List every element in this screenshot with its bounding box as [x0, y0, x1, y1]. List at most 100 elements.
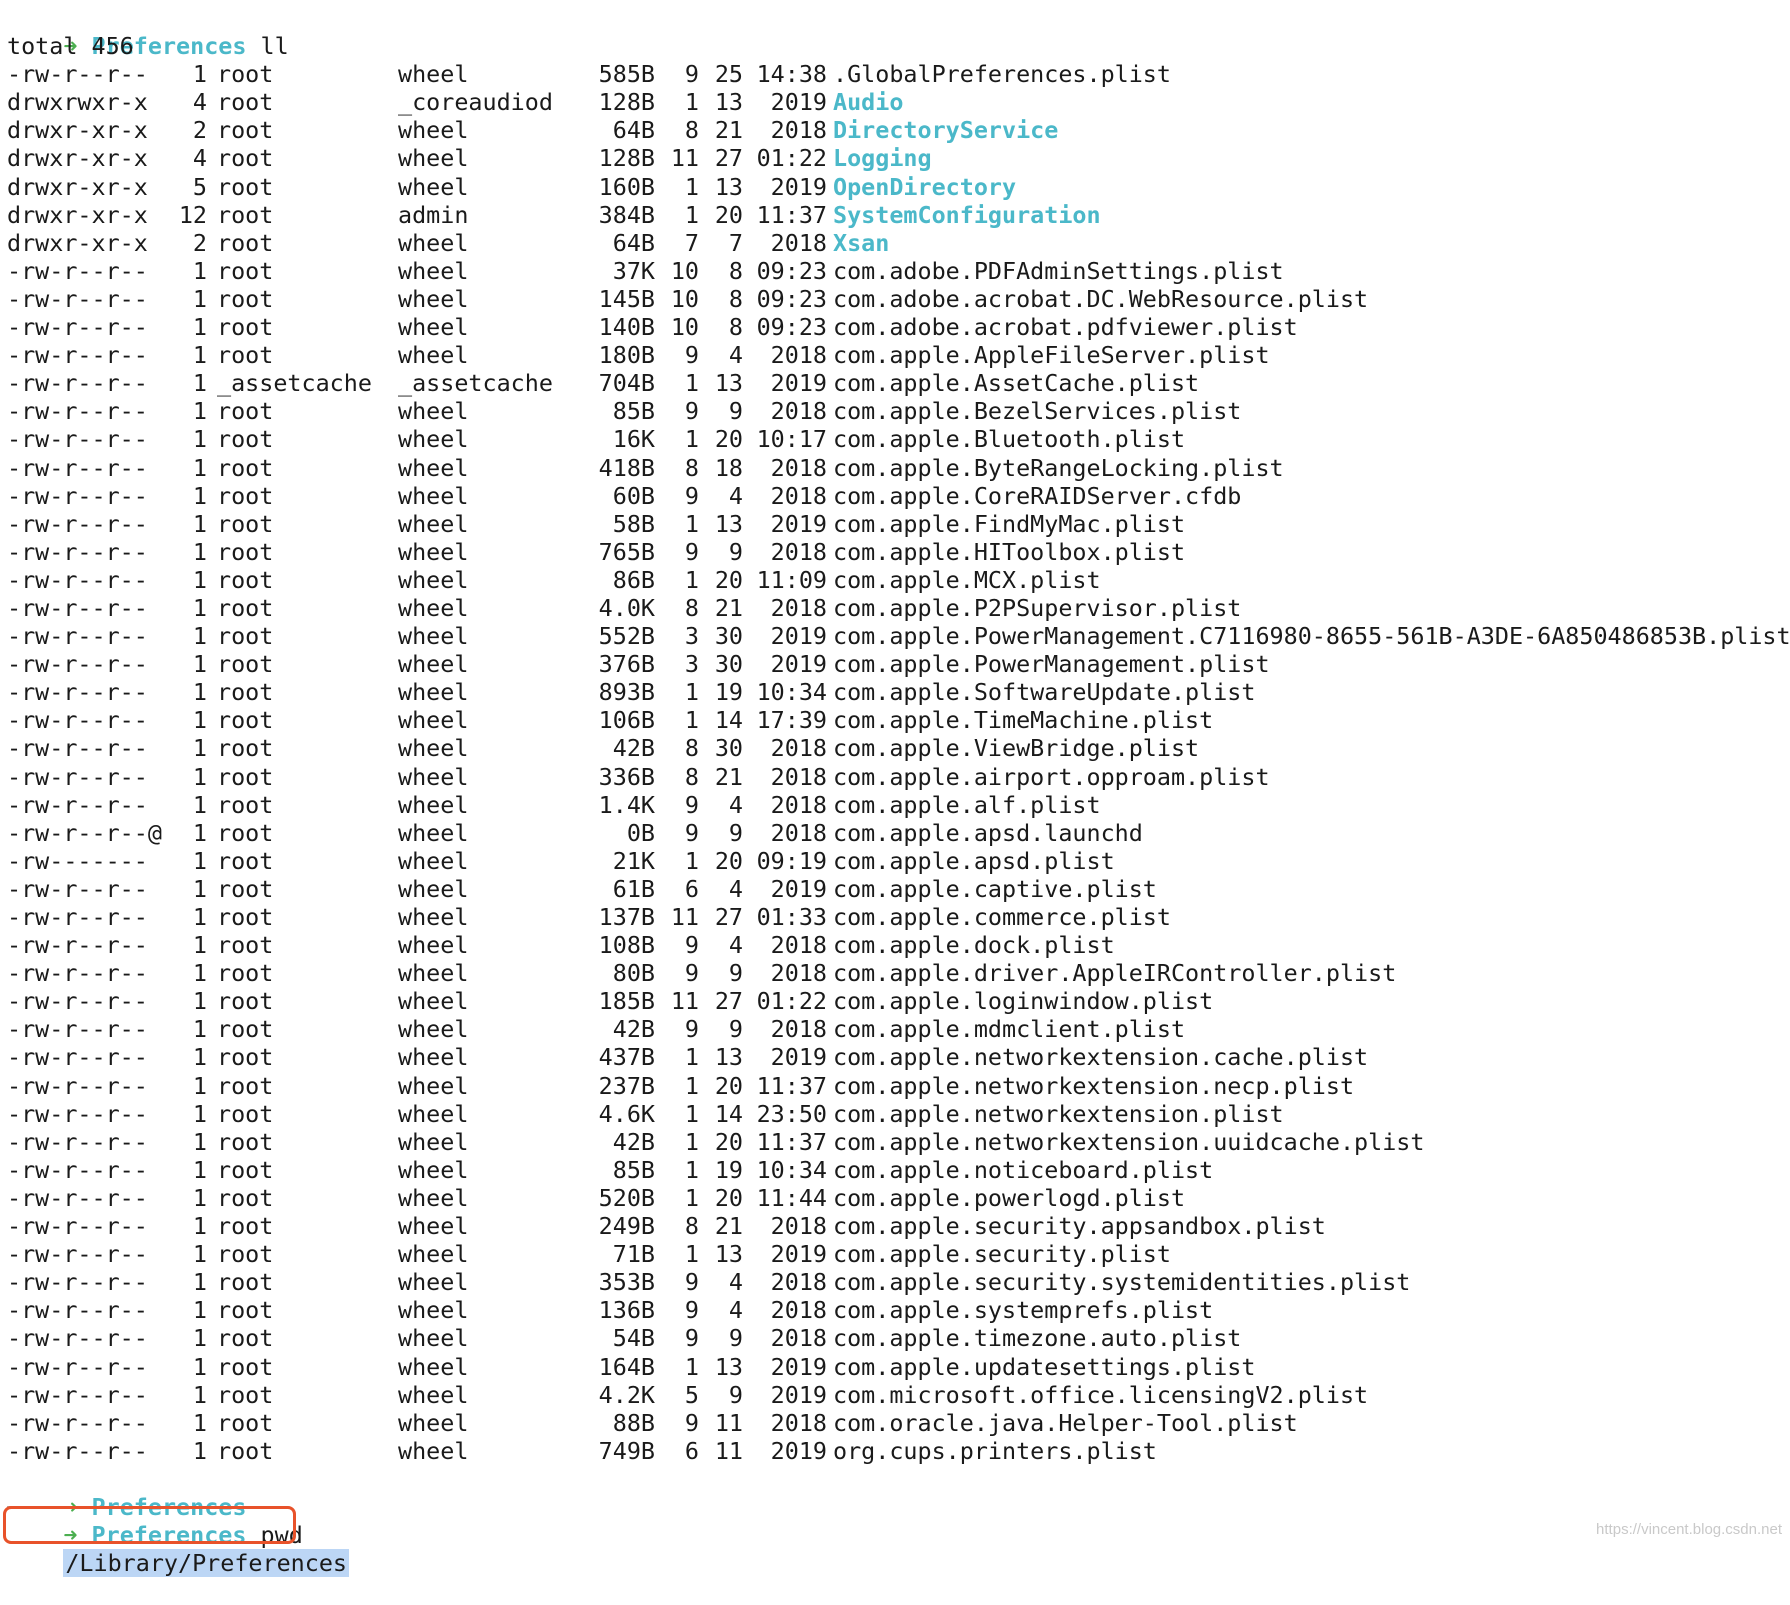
- listing-name: com.apple.systemprefs.plist: [833, 1296, 1214, 1325]
- listing-mon: 9: [684, 790, 699, 819]
- selected-path-text[interactable]: /Library/Preferences: [63, 1549, 349, 1578]
- listing-day: 30: [714, 734, 743, 763]
- listing-name: SystemConfiguration: [833, 200, 1101, 229]
- listing-name: com.apple.BezelServices.plist: [833, 397, 1242, 426]
- listing-mon: 9: [684, 1268, 699, 1297]
- listing-owner: root: [217, 88, 274, 117]
- listing-group: wheel: [398, 1127, 469, 1156]
- listing-owner: root: [217, 256, 274, 285]
- listing-name: com.apple.AppleFileServer.plist: [833, 341, 1270, 370]
- listing-time: 2018: [770, 734, 827, 763]
- listing-owner: root: [217, 1352, 274, 1381]
- listing-links: 12: [178, 200, 207, 229]
- listing-links: 1: [192, 537, 207, 566]
- listing-owner: root: [217, 734, 274, 763]
- listing-row: drwxr-xr-x 5 root wheel 160B 1 13 2019 OpenDirec…: [7, 173, 1787, 201]
- listing-mon: 9: [684, 1324, 699, 1353]
- listing-group: wheel: [398, 874, 469, 903]
- listing-group: wheel: [398, 1240, 469, 1269]
- listing-time: 17:39: [756, 706, 827, 735]
- listing-row: -rw-r--r-- 1 root wheel 749B 6 11 2019 org.cups.…: [7, 1437, 1787, 1465]
- listing-size: 71B: [612, 1240, 655, 1269]
- listing-size: 160B: [598, 172, 655, 201]
- listing-name: com.apple.apsd.launchd: [833, 818, 1143, 847]
- listing-owner: root: [217, 846, 274, 875]
- listing-size: 86B: [612, 565, 655, 594]
- listing-time: 2018: [770, 1324, 827, 1353]
- listing-group: wheel: [398, 622, 469, 651]
- listing-links: 1: [192, 369, 207, 398]
- listing-links: 1: [192, 453, 207, 482]
- listing-name: com.apple.SoftwareUpdate.plist: [833, 678, 1256, 707]
- listing-time: 2019: [770, 650, 827, 679]
- listing-name: com.apple.security.plist: [833, 1240, 1171, 1269]
- listing-size: 376B: [598, 650, 655, 679]
- listing-links: 1: [192, 1071, 207, 1100]
- listing-day: 30: [714, 650, 743, 679]
- listing-time: 10:34: [756, 678, 827, 707]
- listing-mon: 8: [684, 453, 699, 482]
- listing-group: wheel: [398, 1380, 469, 1409]
- listing-mon: 1: [684, 565, 699, 594]
- listing-mon: 1: [684, 706, 699, 735]
- listing-time: 14:38: [756, 60, 827, 89]
- listing-group: wheel: [398, 313, 469, 342]
- listing-time: 2018: [770, 116, 827, 145]
- listing-row: -rw-r--r-- 1 root wheel 180B 9 4 2018 com.apple.…: [7, 341, 1787, 369]
- listing-day: 11: [714, 1436, 743, 1465]
- listing-day: 4: [728, 1296, 743, 1325]
- listing-day: 27: [714, 987, 743, 1016]
- listing-day: 13: [714, 509, 743, 538]
- listing-mon: 1: [684, 1183, 699, 1212]
- listing-row: -rw-r--r-- 1 root wheel 585B 9 25 14:38 .GlobalP…: [7, 60, 1787, 88]
- listing-day: 18: [714, 453, 743, 482]
- listing-time: 09:23: [756, 284, 827, 313]
- listing-name: Xsan: [833, 228, 890, 257]
- listing-links: 1: [192, 1212, 207, 1241]
- listing-size: 136B: [598, 1296, 655, 1325]
- listing-row: -rw-r--r-- 1 root wheel 376B 3 30 2019 com.apple…: [7, 650, 1787, 678]
- listing-day: 21: [714, 762, 743, 791]
- listing-row: -rw-r--r-- 1 root wheel 4.6K 1 14 23:50 com.appl…: [7, 1100, 1787, 1128]
- listing-time: 2019: [770, 1352, 827, 1381]
- listing-row: drwxr-xr-x 4 root wheel 128B 11 27 01:22 Logging: [7, 144, 1787, 172]
- listing-mon: 1: [684, 509, 699, 538]
- listing-mon: 3: [684, 622, 699, 651]
- listing-links: 1: [192, 762, 207, 791]
- listing-links: 1: [192, 931, 207, 960]
- listing-day: 21: [714, 593, 743, 622]
- listing-mon: 1: [684, 369, 699, 398]
- listing-size: 42B: [612, 1015, 655, 1044]
- listing-row: -rw-r--r-- 1 root wheel 54B 9 9 2018 com.apple.t…: [7, 1324, 1787, 1352]
- terminal-output[interactable]: ➜ Preferences ll total 456 -rw-r--r-- 1 ro…: [7, 4, 1790, 1578]
- listing-links: 1: [192, 903, 207, 931]
- listing-row: drwxrwxr-x 4 root _coreaudiod 128B 1 13 2019 Aud…: [7, 88, 1787, 116]
- listing-day: 27: [714, 144, 743, 173]
- listing-name: com.apple.MCX.plist: [833, 565, 1101, 594]
- listing-group: wheel: [398, 453, 469, 482]
- listing-links: 1: [192, 565, 207, 594]
- listing-links: 1: [192, 1324, 207, 1353]
- listing-day: 7: [728, 228, 743, 257]
- listing-owner: root: [217, 144, 274, 173]
- listing-time: 2018: [770, 1268, 827, 1297]
- listing-day: 9: [728, 959, 743, 988]
- listing-links: 1: [192, 874, 207, 903]
- listing-size: 0B: [626, 818, 655, 847]
- highlight-box: [3, 1506, 296, 1544]
- listing-day: 30: [714, 622, 743, 651]
- listing-time: 2018: [770, 228, 827, 257]
- listing-links: 1: [192, 1155, 207, 1184]
- listing-name: com.apple.P2PSupervisor.plist: [833, 593, 1242, 622]
- listing-owner: root: [217, 397, 274, 426]
- listing-day: 8: [728, 256, 743, 285]
- listing-day: 9: [728, 537, 743, 566]
- listing-links: 1: [192, 1127, 207, 1156]
- listing-name: com.apple.updatesettings.plist: [833, 1352, 1256, 1381]
- listing-mon: 1: [684, 1155, 699, 1184]
- listing-mon: 1: [684, 425, 699, 454]
- listing-day: 20: [714, 1183, 743, 1212]
- listing-row: -rw-r--r-- 1 root wheel 71B 1 13 2019 com.apple.…: [7, 1240, 1787, 1268]
- listing-mon: 10: [670, 313, 699, 342]
- listing-size: 4.2K: [598, 1380, 655, 1409]
